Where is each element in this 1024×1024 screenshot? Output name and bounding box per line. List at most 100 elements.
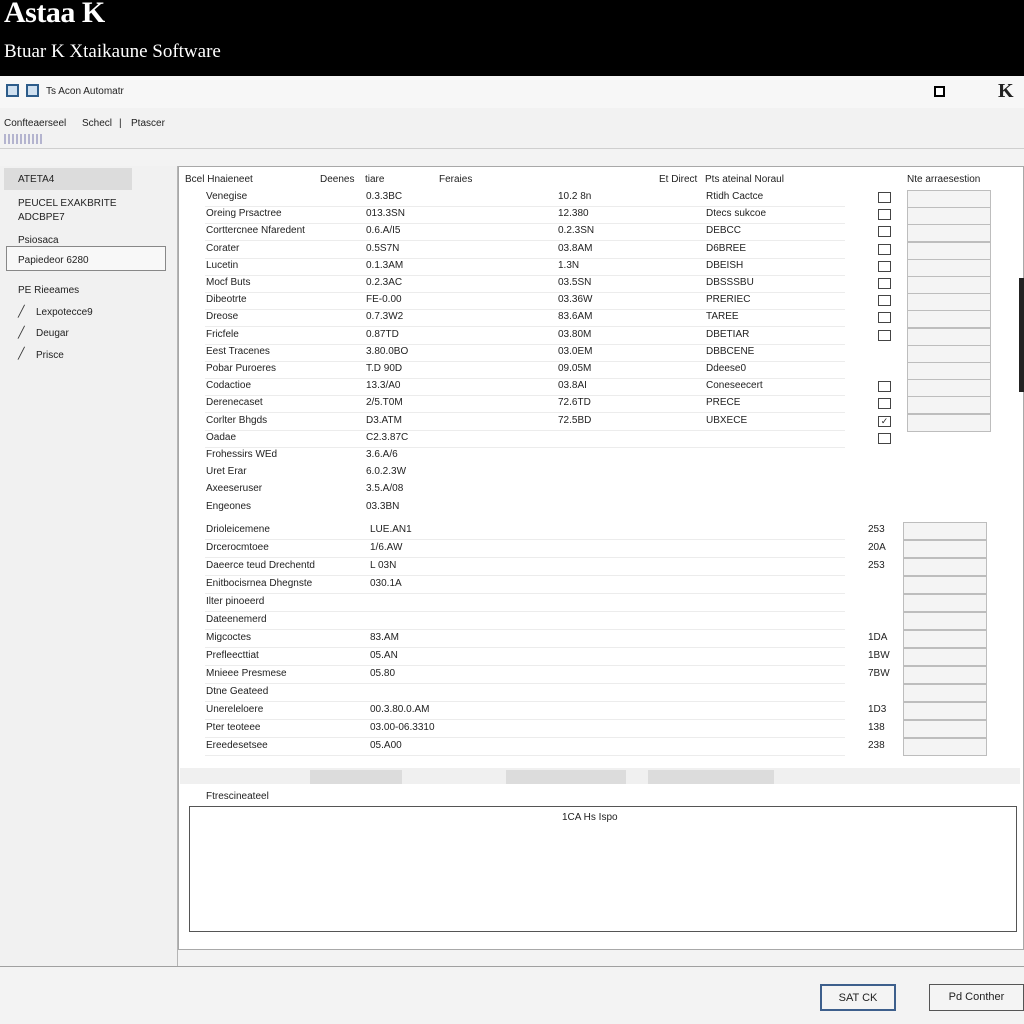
column-header-params[interactable]: Feraies (439, 174, 472, 185)
table-row-time: 03.5SN (558, 277, 592, 288)
sidebar-item[interactable]: Papiedeor 6280 (18, 255, 89, 266)
table-row-name: Prefleecttiat (206, 650, 259, 661)
table-row-time: 12.380 (558, 208, 589, 220)
sidebar-item[interactable]: Prisce (36, 350, 64, 361)
menu-underline (4, 134, 44, 144)
table-row-value: 03.3BN (366, 500, 400, 512)
window-title: Btuar K Xtaikaune Software (4, 41, 221, 62)
row-input-field[interactable] (903, 576, 987, 594)
row-input-field[interactable] (907, 413, 991, 432)
footer-divider (0, 966, 1024, 967)
row-checkbox[interactable] (878, 260, 891, 272)
row-checkbox[interactable] (878, 192, 891, 203)
row-checkbox[interactable] (878, 398, 891, 410)
row-input-field[interactable] (907, 241, 991, 260)
sidebar-item[interactable]: PE Rieeames (18, 285, 79, 296)
table-row-value: 3.5.A/08 (366, 483, 404, 495)
row-input-field[interactable] (907, 258, 991, 277)
sidebar-item[interactable]: Lexpotecce9 (36, 307, 93, 318)
row-input-field[interactable] (903, 522, 987, 540)
table-row-name: Unereleloere (206, 704, 264, 715)
table-row-time: 03.8AI (558, 380, 587, 392)
row-divider (205, 395, 845, 397)
table-row-status: PRECE (706, 397, 741, 409)
row-input-field[interactable] (907, 224, 991, 243)
ok-button[interactable]: SAT CK (820, 984, 896, 1011)
row-checkbox[interactable] (878, 312, 891, 324)
row-input-field[interactable] (903, 594, 987, 612)
column-header-name[interactable]: Bcel Hnaieneet (185, 174, 253, 185)
row-input-field[interactable] (903, 540, 987, 558)
row-input-field[interactable] (903, 558, 987, 576)
row-checkbox[interactable] (878, 243, 891, 255)
sidebar-item[interactable]: Deugar (36, 328, 69, 339)
table-row-status: Coneseecert (706, 380, 763, 392)
table-row-value: 0.5S7N (366, 242, 400, 254)
column-header-direct[interactable]: Et Direct (659, 174, 697, 185)
row-input-field[interactable] (903, 684, 987, 702)
row-checkbox[interactable]: ✓ (878, 415, 891, 427)
row-checkbox[interactable] (878, 432, 891, 444)
continue-button[interactable]: Pd Conther (929, 984, 1024, 1011)
row-input-field[interactable] (907, 310, 991, 329)
sidebar-item[interactable]: PEUCEL EXAKBRITE (18, 198, 117, 209)
menu-item[interactable]: Ptascer (131, 118, 165, 129)
row-input-field[interactable] (903, 630, 987, 648)
row-input-field[interactable] (903, 612, 987, 630)
scroll-thumb[interactable] (648, 770, 774, 784)
row-divider (205, 429, 845, 431)
row-checkbox[interactable] (878, 329, 891, 341)
row-checkbox[interactable] (878, 295, 891, 307)
vertical-scrollbar[interactable] (1019, 278, 1024, 392)
column-header-extra[interactable]: Nte arraesestion (907, 174, 980, 185)
folder-icon[interactable] (26, 84, 39, 97)
row-input-field[interactable] (903, 720, 987, 738)
table-row-value: 0.7.3W2 (366, 311, 404, 323)
row-input-field[interactable] (907, 276, 991, 294)
row-divider (205, 665, 845, 666)
table-row-count: 138 (868, 722, 885, 733)
table-row-status: DBEISH (706, 259, 744, 271)
row-input-field[interactable] (907, 362, 991, 380)
row-input-field[interactable] (907, 379, 991, 398)
row-input-field[interactable] (903, 648, 987, 666)
table-row-count: 1D3 (868, 704, 887, 715)
row-checkbox[interactable] (878, 278, 891, 289)
scroll-thumb[interactable] (506, 770, 626, 784)
row-divider (205, 274, 845, 276)
row-checkbox[interactable] (878, 226, 891, 238)
row-input-field[interactable] (907, 344, 991, 363)
table-row-status: Dtecs sukcoe (706, 208, 767, 220)
maximize-icon[interactable] (934, 86, 945, 97)
table-row-name: Lucetin (206, 259, 239, 271)
scroll-thumb[interactable] (310, 770, 402, 784)
row-input-field[interactable] (903, 666, 987, 684)
row-input-field[interactable] (907, 190, 991, 208)
menu-item[interactable]: Confteaerseel (4, 118, 66, 129)
row-input-field[interactable] (907, 396, 991, 415)
row-divider (205, 575, 845, 576)
row-input-field[interactable] (907, 327, 991, 346)
column-header-devices[interactable]: Deenes (320, 174, 354, 185)
row-input-field[interactable] (903, 738, 987, 756)
row-divider (205, 737, 845, 738)
sidebar-item[interactable]: ADCBPE7 (18, 212, 65, 223)
sidebar-item[interactable]: Psiosaca (18, 235, 59, 246)
column-header-status[interactable]: Pts ateinal Noraul (705, 174, 784, 185)
column-header-rate[interactable]: tiare (365, 174, 384, 185)
grid-icon[interactable] (6, 84, 19, 97)
table-row-status: PRERIEC (706, 294, 751, 306)
row-input-field[interactable] (907, 293, 991, 312)
table-row-name: Frohessirs WEd (206, 449, 278, 460)
menu-item[interactable]: Schecl (82, 118, 112, 129)
row-input-field[interactable] (907, 207, 991, 226)
brand-logo: Astaa K (4, 0, 105, 29)
preview-box[interactable] (189, 806, 1017, 932)
row-divider (205, 257, 845, 259)
row-divider (205, 719, 845, 720)
row-input-field[interactable] (903, 702, 987, 720)
row-checkbox[interactable] (878, 209, 891, 221)
row-checkbox[interactable] (878, 381, 891, 393)
table-row-count: 7BW (868, 668, 890, 679)
row-divider (205, 412, 845, 414)
